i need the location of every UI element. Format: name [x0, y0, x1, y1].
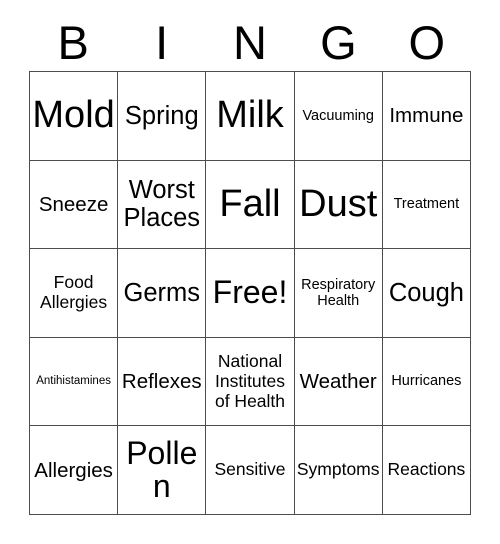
bingo-cell-r1c3[interactable]: Milk [206, 72, 295, 161]
bingo-cell-label: Fall [219, 183, 281, 226]
bingo-cell-label: Antihistamines [36, 375, 111, 388]
bingo-cell-label: Immune [389, 104, 464, 128]
bingo-cell-r5c5[interactable]: Reactions [382, 426, 471, 515]
bingo-card: B I N G O Mold Spring Milk Vacuuming Imm… [0, 0, 500, 544]
bingo-cell-label: Vacuuming [302, 107, 374, 124]
bingo-cell-label: Germs [123, 278, 201, 307]
bingo-cell-r3c1[interactable]: Food Allergies [30, 249, 119, 338]
bingo-cell-free-space[interactable]: Free! [206, 249, 295, 338]
bingo-cell-label: Dust [299, 183, 378, 226]
bingo-cell-label: Spring [124, 101, 199, 130]
bingo-cell-label: Sneeze [38, 192, 109, 216]
bingo-cell-label: Reactions [387, 459, 466, 480]
bingo-header-letter-o: O [408, 15, 446, 69]
bingo-cell-label: Weather [299, 369, 377, 393]
bingo-grid: Mold Spring Milk Vacuuming Immune Sneeze… [29, 71, 471, 515]
bingo-header-row: B I N G O [29, 14, 471, 70]
bingo-cell-label: Food Allergies [40, 272, 108, 312]
bingo-cell-label: Allergies [34, 458, 113, 482]
bingo-cell-label: Mold [32, 94, 115, 137]
bingo-cell-r1c5[interactable]: Immune [382, 72, 471, 161]
bingo-cell-label: Worst Places [123, 176, 201, 233]
bingo-cell-label: Cough [388, 278, 464, 307]
bingo-cell-r2c1[interactable]: Sneeze [30, 160, 119, 250]
bingo-cell-r2c4[interactable]: Dust [294, 160, 383, 250]
bingo-cell-label: Symptoms [296, 459, 380, 480]
bingo-header-letter-i: I [155, 15, 169, 69]
bingo-cell-label: Treatment [393, 196, 460, 213]
bingo-cell-r4c4[interactable]: Weather [294, 337, 383, 427]
bingo-cell-label: National Institutes of Health [214, 350, 286, 411]
bingo-header-letter-g: G [320, 15, 357, 69]
bingo-header-letter-b: B [57, 15, 89, 69]
bingo-cell-label: Pollen [126, 434, 198, 505]
bingo-cell-r3c5[interactable]: Cough [382, 249, 471, 338]
bingo-cell-r2c3[interactable]: Fall [206, 160, 295, 250]
bingo-cell-label: Hurricanes [391, 373, 462, 390]
bingo-cell-r2c5[interactable]: Treatment [382, 160, 471, 250]
bingo-cell-r4c3[interactable]: National Institutes of Health [206, 337, 295, 427]
bingo-cell-r1c2[interactable]: Spring [118, 72, 207, 161]
bingo-cell-r5c2[interactable]: Pollen [118, 426, 207, 515]
bingo-cell-label: Reflexes [121, 369, 202, 393]
bingo-cell-r4c1[interactable]: Antihistamines [30, 337, 119, 427]
bingo-cell-r4c5[interactable]: Hurricanes [382, 337, 471, 427]
bingo-cell-r4c2[interactable]: Reflexes [118, 337, 207, 427]
bingo-cell-r5c1[interactable]: Allergies [30, 426, 119, 515]
bingo-header-letter-n: N [233, 15, 267, 69]
bingo-cell-r1c4[interactable]: Vacuuming [294, 72, 383, 161]
bingo-cell-r3c4[interactable]: Respiratory Health [294, 249, 383, 338]
bingo-cell-r1c1[interactable]: Mold [30, 72, 119, 161]
bingo-cell-r5c3[interactable]: Sensitive [206, 426, 295, 515]
bingo-cell-r3c2[interactable]: Germs [118, 249, 207, 338]
bingo-cell-label: Respiratory Health [301, 276, 376, 309]
bingo-cell-label: Sensitive [214, 459, 286, 480]
bingo-cell-label: Milk [216, 94, 284, 137]
bingo-cell-r2c2[interactable]: Worst Places [118, 160, 207, 250]
bingo-cell-r5c4[interactable]: Symptoms [294, 426, 383, 515]
bingo-cell-label: Free! [212, 274, 288, 311]
